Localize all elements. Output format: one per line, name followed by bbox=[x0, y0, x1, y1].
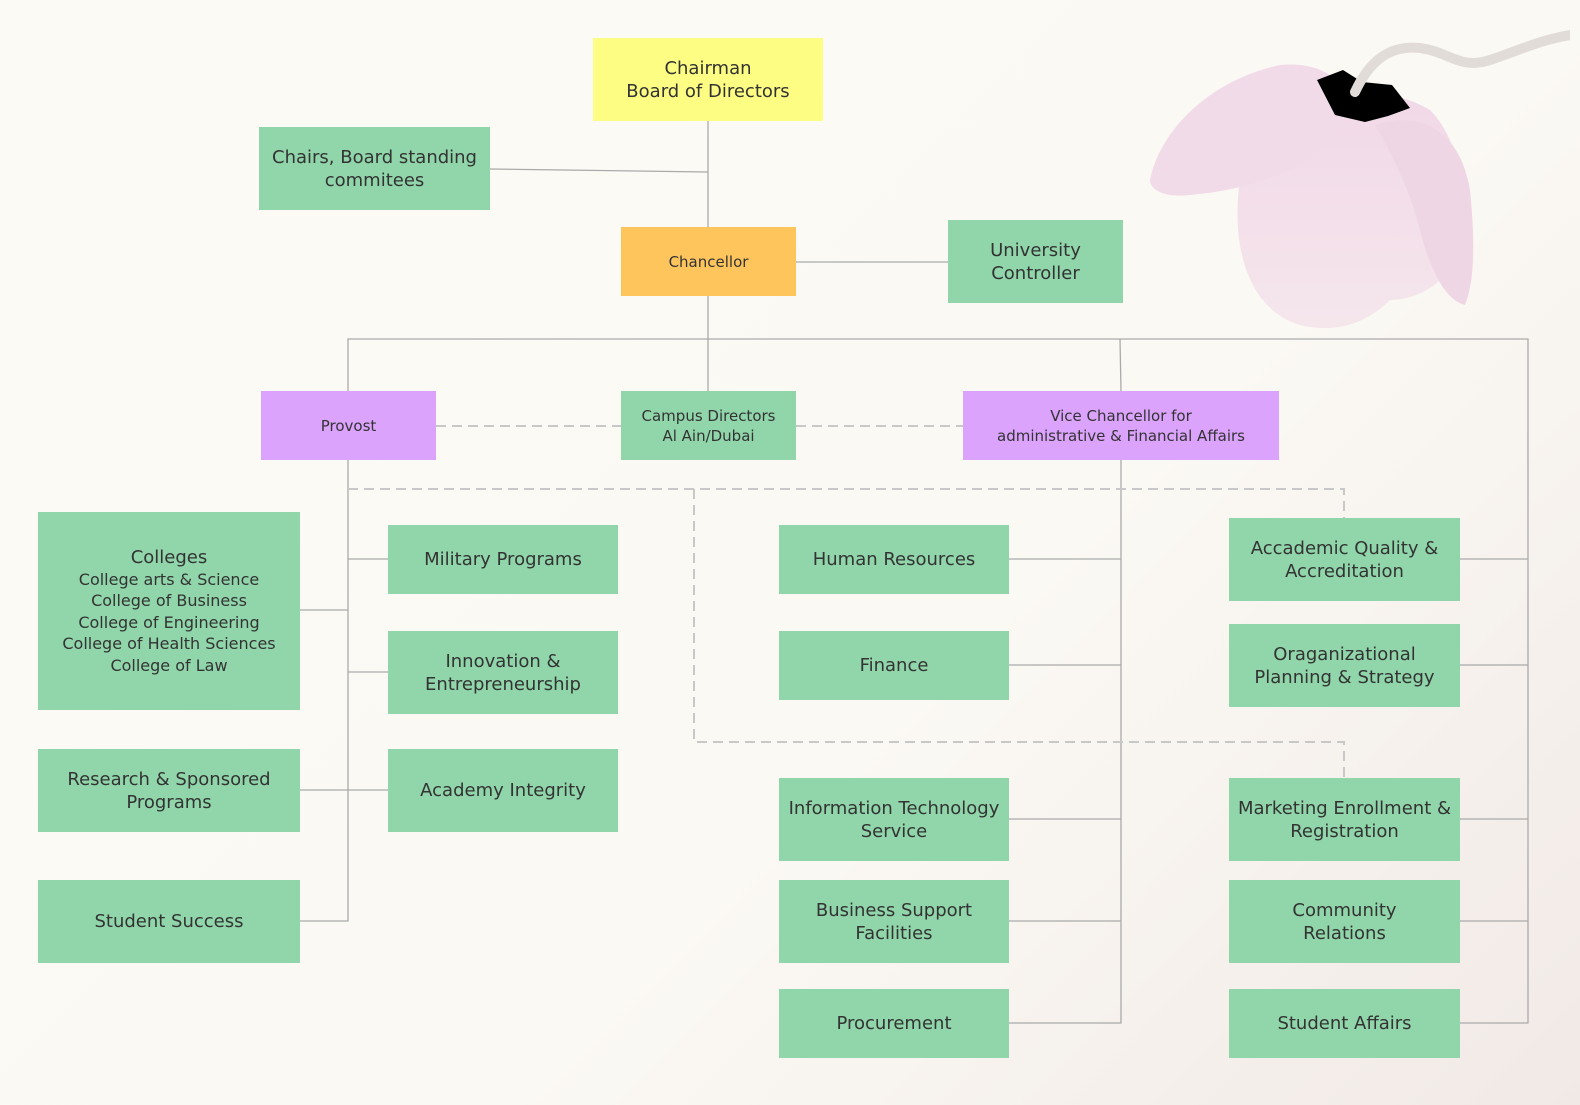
node-label: Facilities bbox=[855, 922, 933, 944]
college-item: College arts & Science bbox=[78, 569, 260, 589]
node-university-controller[interactable]: University Controller bbox=[948, 220, 1123, 303]
node-vice-chancellor[interactable]: Vice Chancellor for administrative & Fin… bbox=[963, 391, 1279, 460]
connector bbox=[1009, 558, 1121, 922]
node-campus-directors[interactable]: Campus Directors Al Ain/Dubai bbox=[621, 391, 796, 460]
college-item: College of Health Sciences bbox=[62, 634, 276, 654]
node-label: Board of Directors bbox=[626, 80, 790, 102]
connector bbox=[300, 558, 388, 791]
node-label: Planning & Strategy bbox=[1254, 666, 1435, 688]
node-label: Campus Directors bbox=[641, 406, 776, 425]
node-label: Research & Sponsored bbox=[67, 768, 271, 790]
node-label: Procurement bbox=[836, 1013, 952, 1034]
node-it-service[interactable]: Information Technology Service bbox=[779, 778, 1009, 861]
node-military-programs[interactable]: Military Programs bbox=[388, 525, 618, 594]
dashed-connector bbox=[348, 488, 1345, 518]
node-label: Chairman bbox=[664, 57, 752, 79]
connector bbox=[1460, 558, 1528, 922]
node-research[interactable]: Research & Sponsored Programs bbox=[38, 749, 300, 832]
node-label: Accreditation bbox=[1285, 560, 1404, 582]
node-label: Registration bbox=[1290, 820, 1399, 842]
connector bbox=[1119, 338, 1122, 392]
node-academy-integrity[interactable]: Academy Integrity bbox=[388, 749, 618, 832]
node-label: Student Affairs bbox=[1277, 1013, 1412, 1034]
college-item: College of Business bbox=[91, 591, 247, 611]
node-label: Service bbox=[860, 820, 928, 842]
connector bbox=[489, 168, 709, 173]
node-business-support[interactable]: Business Support Facilities bbox=[779, 880, 1009, 963]
connector bbox=[300, 460, 349, 922]
node-label: administrative & Financial Affairs bbox=[997, 426, 1245, 445]
node-board-committees[interactable]: Chairs, Board standing commitees bbox=[259, 127, 490, 210]
node-label: Student Success bbox=[94, 911, 244, 932]
node-label: Information Technology bbox=[788, 797, 1000, 819]
node-finance[interactable]: Finance bbox=[779, 631, 1009, 700]
node-label: Innovation & bbox=[445, 650, 561, 672]
node-planning-strategy[interactable]: Oraganizational Planning & Strategy bbox=[1229, 624, 1460, 707]
node-provost[interactable]: Provost bbox=[261, 391, 436, 460]
node-marketing-enrollment[interactable]: Marketing Enrollment & Registration bbox=[1229, 778, 1460, 861]
node-colleges[interactable]: Colleges College arts & Science College … bbox=[38, 512, 300, 710]
node-label: Controller bbox=[991, 262, 1080, 284]
node-community-relations[interactable]: Community Relations bbox=[1229, 880, 1460, 963]
node-label: Military Programs bbox=[424, 549, 582, 570]
node-chairman[interactable]: Chairman Board of Directors bbox=[593, 38, 823, 121]
node-label: Chancellor bbox=[668, 252, 749, 271]
node-label: Provost bbox=[320, 416, 377, 435]
college-item: College of Law bbox=[110, 655, 228, 675]
node-label: Human Resources bbox=[812, 549, 976, 570]
node-academic-quality[interactable]: Accademic Quality & Accreditation bbox=[1229, 518, 1460, 601]
node-label: Oraganizational bbox=[1273, 643, 1416, 665]
node-chancellor[interactable]: Chancellor bbox=[621, 227, 796, 296]
node-label: Business Support bbox=[815, 899, 973, 921]
node-label: Academy Integrity bbox=[420, 780, 586, 801]
node-label: Marketing Enrollment & bbox=[1237, 797, 1452, 819]
node-student-affairs[interactable]: Student Affairs bbox=[1229, 989, 1460, 1058]
node-label: Programs bbox=[126, 791, 212, 813]
node-label: Finance bbox=[859, 655, 929, 676]
node-label: Accademic Quality & bbox=[1250, 537, 1439, 559]
flower-illustration bbox=[1150, 30, 1570, 329]
node-label: University bbox=[990, 239, 1081, 261]
node-label: Chairs, Board standing bbox=[272, 146, 477, 168]
college-item: College of Engineering bbox=[78, 612, 260, 632]
node-innovation[interactable]: Innovation & Entrepreneurship bbox=[388, 631, 618, 714]
node-label: Vice Chancellor for bbox=[1050, 406, 1192, 425]
node-student-success[interactable]: Student Success bbox=[38, 880, 300, 963]
node-procurement[interactable]: Procurement bbox=[779, 989, 1009, 1058]
node-label: Entrepreneurship bbox=[425, 673, 581, 695]
node-title: Colleges bbox=[130, 546, 208, 568]
node-human-resources[interactable]: Human Resources bbox=[779, 525, 1009, 594]
node-label: Community bbox=[1292, 899, 1397, 921]
node-label: commitees bbox=[324, 169, 425, 191]
node-label: Relations bbox=[1303, 922, 1386, 944]
node-label: Al Ain/Dubai bbox=[662, 426, 755, 445]
